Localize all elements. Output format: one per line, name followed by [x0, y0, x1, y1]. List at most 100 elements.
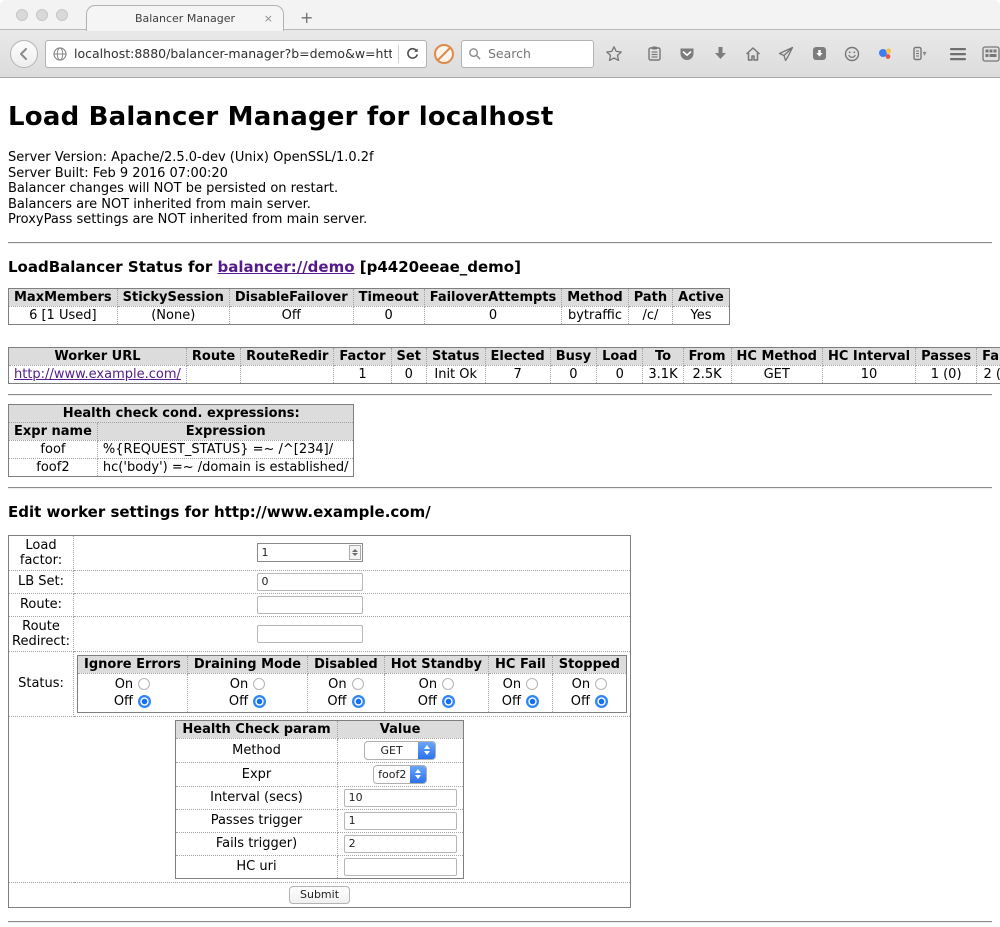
url-bar[interactable]: localhost:8880/balancer-manager?b=demo&w… — [45, 40, 427, 68]
table-header-row: MaxMembers StickySession DisableFailover… — [9, 288, 730, 306]
url-text[interactable]: localhost:8880/balancer-manager?b=demo&w… — [74, 46, 392, 61]
hot-standby-on-radio[interactable] — [442, 678, 454, 690]
window-controls[interactable] — [16, 9, 68, 21]
status-radio-row: On Off On Off On Off — [78, 673, 627, 712]
bookmark-star-button[interactable] — [601, 41, 627, 67]
cell-active: Yes — [673, 306, 730, 324]
load-factor-value[interactable]: 1 — [258, 546, 349, 559]
col-expr-name: Expr name — [9, 422, 98, 440]
route-input[interactable] — [257, 596, 363, 614]
grid-extension-button[interactable] — [978, 41, 1000, 67]
hc-params-row: Health Check param Value Method GET — [9, 716, 631, 882]
balancer-status-heading: LoadBalancer Status for balancer://demo … — [8, 258, 992, 276]
back-button[interactable] — [10, 40, 38, 68]
menu-button[interactable] — [945, 41, 971, 67]
cell-disablefailover: Off — [229, 306, 353, 324]
load-factor-stepper[interactable]: 1 — [257, 543, 363, 562]
off-label: Off — [502, 693, 521, 710]
hc-method-select[interactable]: GET — [364, 741, 436, 760]
hc-interval-label: Interval (secs) — [176, 786, 337, 809]
draining-mode-on-radio[interactable] — [253, 678, 265, 690]
ignore-errors-on-radio[interactable] — [138, 678, 150, 690]
hc-expressions-table: Health check cond. expressions: Expr nam… — [8, 404, 354, 477]
tab-balancer-manager[interactable]: Balancer Manager × — [86, 5, 284, 31]
divider — [8, 487, 992, 489]
hc-fails-input[interactable] — [344, 835, 457, 853]
balancer-demo-link[interactable]: balancer://demo — [217, 258, 354, 276]
submit-row: Submit — [9, 882, 631, 907]
route-redirect-input[interactable] — [257, 625, 363, 643]
route-redirect-label: Route Redirect: — [9, 616, 74, 651]
cell-expression: hc('body') =~ /domain is established/ — [97, 458, 354, 476]
emoji-extension-button[interactable] — [839, 41, 865, 67]
new-tab-button[interactable]: + — [300, 8, 313, 27]
tab-title: Balancer Manager — [135, 12, 235, 25]
table-header-row: Worker URL Route RouteRedir Factor Set S… — [9, 347, 1000, 365]
home-button[interactable] — [740, 41, 766, 67]
worker-url-link[interactable]: http://www.example.com/ — [14, 367, 181, 382]
cell-factor: 1 — [334, 365, 391, 383]
draining-mode-cell: On Off — [187, 673, 307, 712]
disabled-off-radio[interactable] — [352, 695, 365, 708]
worker-row: http://www.example.com/ 1 0 Init Ok 7 0 … — [9, 365, 1000, 383]
hc-interval-input[interactable] — [344, 789, 457, 807]
col-draining-mode: Draining Mode — [187, 655, 307, 673]
disabled-on-radio[interactable] — [352, 678, 364, 690]
stopped-off-radio[interactable] — [595, 695, 608, 708]
stopped-on-radio[interactable] — [595, 678, 607, 690]
off-label: Off — [327, 693, 346, 710]
lb-set-input[interactable] — [257, 573, 363, 591]
col-method: Method — [562, 288, 628, 306]
grid-icon — [982, 46, 1000, 62]
col-set: Set — [391, 347, 426, 365]
downloads-button[interactable] — [707, 41, 733, 67]
zoom-window-button[interactable] — [56, 9, 68, 21]
close-window-button[interactable] — [16, 9, 28, 21]
cell-from: 2.5K — [683, 365, 731, 383]
hc-method-label: Method — [176, 738, 337, 762]
submit-button[interactable]: Submit — [289, 886, 350, 904]
bookmarks-menu-button[interactable] — [641, 41, 667, 67]
search-input[interactable] — [486, 45, 576, 62]
table-header-row: Expr name Expression — [9, 422, 354, 440]
edit-worker-form: Load factor: 1 LB Set: Route: — [8, 535, 631, 908]
col-timeout: Timeout — [353, 288, 424, 306]
send-tab-button[interactable] — [773, 41, 799, 67]
hc-uri-input[interactable] — [344, 858, 457, 876]
cell-timeout: 0 — [353, 306, 424, 324]
pocket-button[interactable] — [674, 41, 700, 67]
draining-mode-off-radio[interactable] — [253, 695, 266, 708]
battery-extension-button[interactable]: ▾ — [905, 41, 931, 67]
off-label: Off — [114, 693, 133, 710]
stepper-arrows-icon[interactable] — [349, 545, 361, 560]
cell-passes: 1 (0) — [916, 365, 977, 383]
route-row: Route: — [9, 593, 631, 616]
col-stopped: Stopped — [552, 655, 626, 673]
page-content: Load Balancer Manager for localhost Serv… — [0, 78, 1000, 923]
off-label: Off — [418, 693, 437, 710]
colored-dots-extension-button[interactable] — [872, 41, 898, 67]
minimize-window-button[interactable] — [36, 9, 48, 21]
search-bar[interactable] — [461, 40, 594, 68]
download-helper-button[interactable] — [806, 41, 832, 67]
proxypass-note-line: ProxyPass settings are NOT inherited fro… — [8, 212, 992, 228]
on-label: On — [572, 676, 590, 693]
col-path: Path — [628, 288, 672, 306]
hc-expr-select[interactable]: foof2 — [373, 765, 427, 784]
hc-interval-row: Interval (secs) — [176, 786, 463, 809]
tab-bar: Balancer Manager × + — [0, 0, 1000, 30]
dropdown-caret-icon: ▾ — [922, 49, 926, 58]
menu-icon — [949, 47, 967, 61]
ignore-errors-off-radio[interactable] — [138, 695, 151, 708]
cell-route — [186, 365, 240, 383]
hot-standby-off-radio[interactable] — [442, 695, 455, 708]
hc-fail-off-radio[interactable] — [526, 695, 539, 708]
tab-close-icon[interactable]: × — [264, 12, 273, 25]
reload-icon[interactable] — [405, 46, 420, 61]
hc-fail-on-radio[interactable] — [526, 678, 538, 690]
hc-passes-input[interactable] — [344, 812, 457, 830]
col-status: Status — [426, 347, 485, 365]
adblock-icon[interactable] — [434, 44, 454, 64]
cell-fails: 2 (0) — [977, 365, 1000, 383]
colored-dots-icon — [876, 45, 894, 63]
